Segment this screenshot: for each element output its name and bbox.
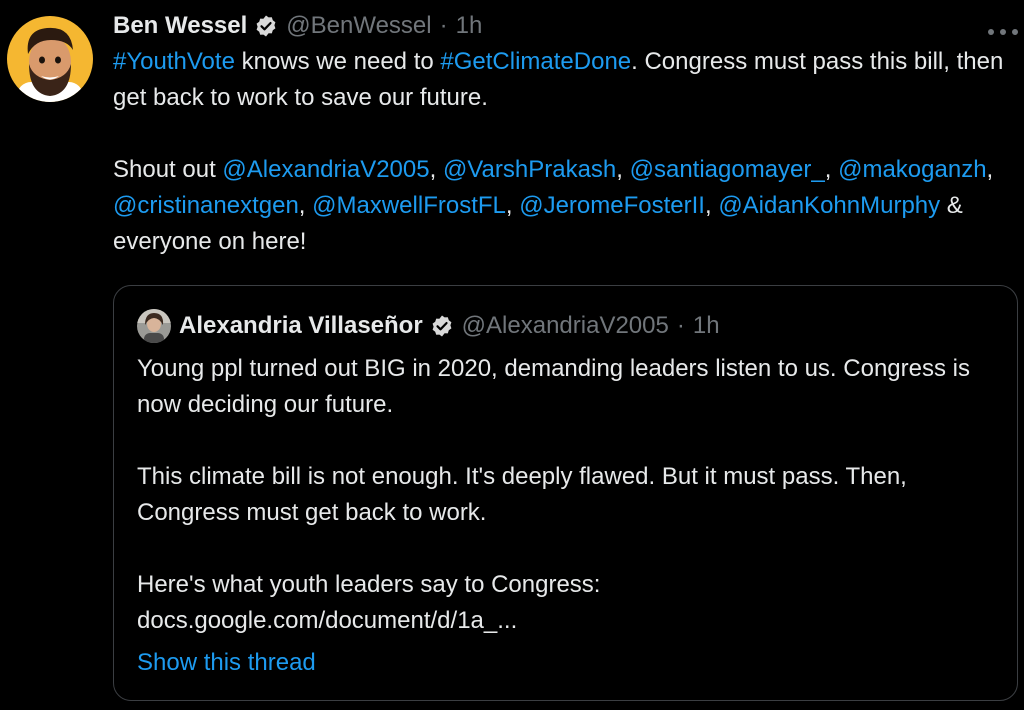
mention-link[interactable]: @JeromeFosterII — [519, 192, 705, 219]
tweet-text-segment: , — [986, 156, 994, 183]
tweet-text-segment: , — [505, 192, 520, 219]
author-handle[interactable]: @BenWessel — [286, 12, 431, 40]
tweet-header: Ben Wessel @BenWessel · 1h — [113, 8, 1018, 44]
quoted-tweet-timestamp[interactable]: 1h — [693, 312, 720, 340]
quoted-author-handle[interactable]: @AlexandriaV2005 — [462, 312, 669, 340]
quoted-paragraph: Here's what youth leaders say to Congres… — [137, 567, 997, 639]
tweet-text-segment: , — [429, 156, 443, 183]
mention-link[interactable]: @MaxwellFrostFL — [312, 192, 506, 219]
verified-badge-icon — [432, 315, 452, 337]
tweet-text-segment: , — [616, 156, 630, 183]
quoted-tweet-text: Young ppl turned out BIG in 2020, demand… — [137, 351, 997, 639]
quoted-text-segment: Here's what youth leaders say to Congres… — [137, 571, 601, 598]
tweet-text-segment: Shout out — [113, 156, 223, 183]
tweet: Ben Wessel @BenWessel · 1h #YouthVote kn… — [113, 8, 1018, 260]
separator-dot: · — [676, 312, 685, 339]
mention-link[interactable]: @makoganzh — [838, 156, 986, 183]
tweet-text-segment: , — [704, 192, 719, 219]
tweet-text-segment: knows we need to — [234, 48, 441, 75]
show-thread-link[interactable]: Show this thread — [137, 645, 316, 681]
document-link-text: docs.google.com/document/d/1a_... — [137, 607, 518, 634]
hashtag-getclimatedone[interactable]: #GetClimateDone — [440, 48, 631, 75]
quoted-paragraph: This climate bill is not enough. It's de… — [137, 463, 907, 526]
quoted-author-name[interactable]: Alexandria Villaseñor — [179, 312, 423, 340]
author-name[interactable]: Ben Wessel — [113, 12, 247, 40]
quoted-tweet[interactable]: Alexandria Villaseñor @AlexandriaV2005 ·… — [113, 285, 1018, 701]
quoted-author-avatar[interactable] — [137, 309, 171, 343]
mention-link[interactable]: @VarshPrakash — [443, 156, 616, 183]
quoted-paragraph: Young ppl turned out BIG in 2020, demand… — [137, 355, 970, 418]
author-avatar[interactable] — [7, 16, 93, 102]
mention-link[interactable]: @cristinanextgen — [113, 192, 299, 219]
tweet-text-segment: , — [298, 192, 313, 219]
verified-badge-icon — [256, 15, 276, 37]
mention-link[interactable]: @santiagomayer_ — [630, 156, 825, 183]
tweet-timestamp[interactable]: 1h — [456, 12, 483, 40]
hashtag-youthvote[interactable]: #YouthVote — [113, 48, 235, 75]
tweet-text: #YouthVote knows we need to #GetClimateD… — [113, 44, 1018, 260]
separator-dot: · — [439, 12, 448, 39]
mention-link[interactable]: @AlexandriaV2005 — [222, 156, 429, 183]
tweet-text-segment: , — [824, 156, 839, 183]
quoted-tweet-header: Alexandria Villaseñor @AlexandriaV2005 ·… — [137, 308, 720, 344]
mention-link[interactable]: @AidanKohnMurphy — [718, 192, 940, 219]
